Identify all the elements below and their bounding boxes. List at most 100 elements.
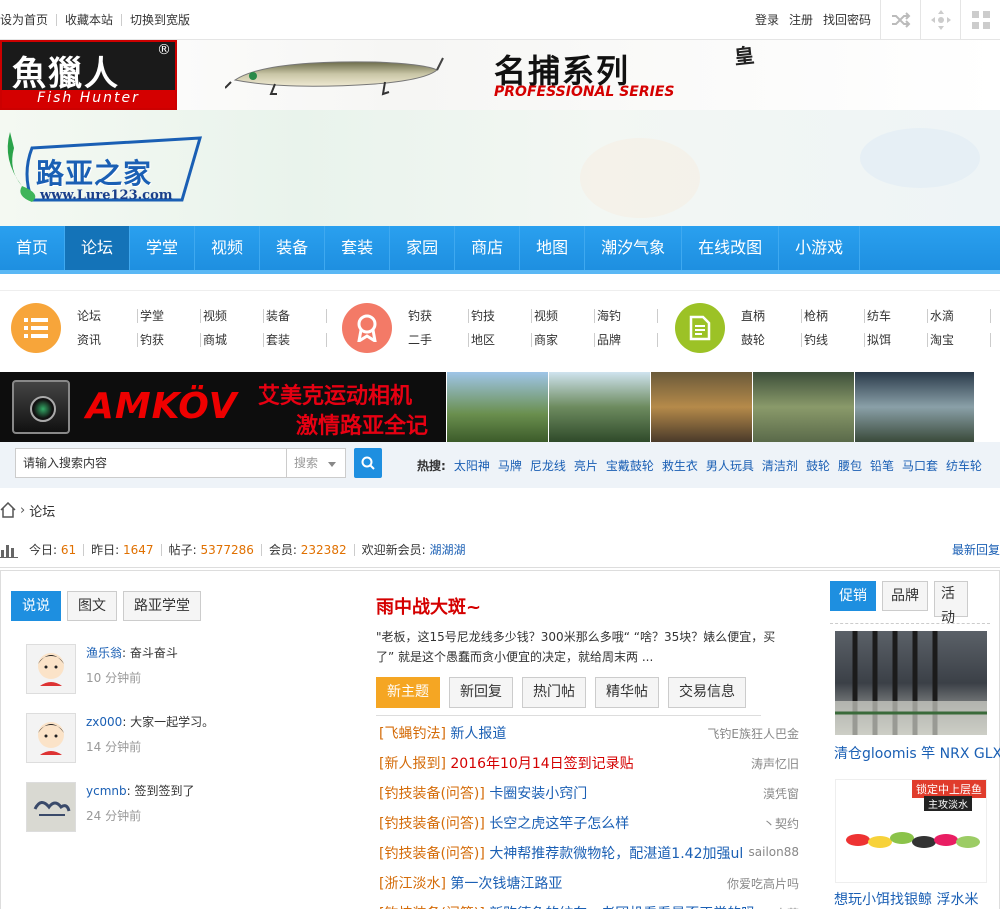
thread-row[interactable]: [钓技装备(问答)] 新购德鱼的纺车，老团机看看是否正常的吗泰菜 [379, 903, 799, 909]
grid-icon[interactable] [960, 0, 1000, 40]
promo-caption[interactable]: 想玩小饵找银鲸 浮水米 [834, 889, 978, 909]
category-link[interactable]: 学堂 [138, 309, 201, 323]
ad-photo-3[interactable] [650, 372, 752, 442]
featured-title[interactable]: 雨中战大斑~ [376, 593, 481, 619]
ad-strip[interactable]: AMKÖV 艾美克运动相机 激情路亚全记录 [0, 372, 1000, 471]
thread-row[interactable]: [飞蝇钓法] 新人报道 飞钓E族狂人巴金 [379, 723, 799, 743]
nav-item-7[interactable]: 商店 [455, 226, 521, 270]
thread-author[interactable]: 丶契约 [763, 815, 799, 832]
hot-keyword[interactable]: 马牌 [498, 457, 522, 474]
avatar[interactable] [26, 644, 76, 694]
category-link[interactable]: 直柄 [739, 309, 802, 323]
ad-photo-2[interactable] [548, 372, 650, 442]
shout-user[interactable]: 渔乐翁 [86, 646, 122, 660]
move-icon[interactable] [920, 0, 960, 40]
category-link[interactable]: 商城 [201, 333, 264, 347]
category-link[interactable]: 资讯 [75, 333, 138, 347]
shout-user[interactable]: zx000 [86, 715, 122, 729]
hot-keyword[interactable]: 尼龙线 [530, 457, 566, 474]
hot-keyword[interactable]: 纺车轮 [946, 457, 982, 474]
login-link[interactable]: 登录 [750, 11, 784, 28]
promo-caption[interactable]: 清仓gloomis 竿 NRX GLX [834, 743, 1000, 763]
nav-item-5[interactable]: 套装 [325, 226, 391, 270]
thread-row[interactable]: [浙江淡水] 第一次钱塘江路亚 你爱吃高片吗 [379, 873, 799, 893]
thread-category[interactable]: [钓技装备(问答)] [379, 786, 485, 802]
avatar[interactable] [26, 713, 76, 763]
search-button[interactable] [354, 448, 382, 478]
tab-new-replies[interactable]: 新回复 [449, 677, 513, 708]
ad-photo-4[interactable] [752, 372, 854, 442]
tab-trade-info[interactable]: 交易信息 [668, 677, 746, 708]
thread-row[interactable]: [新人报到] 2016年10月14日签到记录贴 涛声忆旧 [379, 753, 799, 773]
fish-hunter-banner[interactable]: 魚獵人 ® Fish Hunter 名捕系列 PROFESSIONAL SERI… [0, 40, 1000, 110]
hot-keyword[interactable]: 鼓轮 [806, 457, 830, 474]
nav-item-10[interactable]: 在线改图 [682, 226, 780, 270]
thread-row[interactable]: [钓技装备(问答)] 卡圈安装小窍门 漠凭窗 [379, 783, 799, 803]
thread-title[interactable]: 卡圈安装小窍门 [489, 786, 587, 802]
ad-photo-1[interactable] [446, 372, 548, 442]
home-icon[interactable] [0, 502, 16, 518]
amkov-ad[interactable]: AMKÖV 艾美克运动相机 激情路亚全记录 [0, 372, 446, 471]
shout-user[interactable]: ycmnb [86, 784, 127, 798]
category-link[interactable]: 地区 [469, 333, 532, 347]
bookmark-link[interactable]: 收藏本站 [56, 13, 121, 26]
hot-keyword[interactable]: 男人玩具 [706, 457, 754, 474]
category-link[interactable]: 钓获 [138, 333, 201, 347]
category-link[interactable]: 钓技 [469, 309, 532, 323]
category-link[interactable]: 视频 [201, 309, 264, 323]
search-input[interactable]: 请输入搜索内容 [15, 448, 287, 478]
hot-keyword[interactable]: 清洁剂 [762, 457, 798, 474]
tab-new-topics[interactable]: 新主题 [376, 677, 440, 708]
category-link[interactable]: 商家 [532, 333, 595, 347]
tab-luya-school[interactable]: 路亚学堂 [123, 591, 201, 621]
thread-author[interactable]: 你爱吃高片吗 [727, 875, 799, 892]
tab-digest[interactable]: 精华帖 [595, 677, 659, 708]
set-homepage-link[interactable]: 设为首页 [0, 14, 56, 26]
hot-keyword[interactable]: 救生衣 [662, 457, 698, 474]
thread-category[interactable]: [钓技装备(问答)] [379, 846, 485, 862]
thread-category[interactable]: [新人报到] [379, 756, 446, 772]
thread-title[interactable]: 2016年10月14日签到记录贴 [450, 756, 633, 772]
thread-title[interactable]: 长空之虎这竿子怎么样 [489, 816, 629, 832]
category-link[interactable]: 装备 [264, 309, 327, 323]
hot-keyword[interactable]: 铅笔 [870, 457, 894, 474]
nav-item-4[interactable]: 装备 [260, 226, 326, 270]
thread-author[interactable]: 涛声忆旧 [751, 755, 799, 772]
nav-item-0[interactable]: 首页 [0, 226, 66, 270]
hot-keyword[interactable]: 亮片 [574, 457, 598, 474]
category-link[interactable]: 纺车 [865, 309, 928, 323]
breadcrumb-current[interactable]: 论坛 [29, 501, 55, 520]
category-link[interactable]: 枪柄 [802, 309, 865, 323]
tab-hot-threads[interactable]: 热门帖 [522, 677, 586, 708]
tab-shuoshuo[interactable]: 说说 [11, 591, 61, 621]
search-type-select[interactable]: 搜索 [287, 448, 346, 478]
switch-wide-link[interactable]: 切换到宽版 [121, 13, 198, 26]
ad-photo-5[interactable] [854, 372, 974, 442]
thread-author[interactable]: 飞钓E族狂人巴金 [707, 725, 799, 742]
category-link[interactable]: 二手 [406, 333, 469, 347]
nav-item-1[interactable]: 论坛 [65, 226, 131, 270]
hot-keyword[interactable]: 太阳神 [454, 457, 490, 474]
tab-tuwen[interactable]: 图文 [67, 591, 117, 621]
tab-promotion[interactable]: 促销 [830, 581, 876, 611]
nav-item-11[interactable]: 小游戏 [779, 226, 861, 270]
category-link[interactable]: 钓线 [802, 333, 865, 347]
thread-category[interactable]: [飞蝇钓法] [379, 726, 446, 742]
category-link[interactable]: 拟饵 [865, 333, 928, 347]
thread-row[interactable]: [钓技装备(问答)] 长空之虎这竿子怎么样 丶契约 [379, 813, 799, 833]
thread-category[interactable]: [钓技装备(问答)] [379, 816, 485, 832]
promo-image-lures[interactable]: 锁定中上层鱼 主攻淡水 [835, 779, 987, 883]
site-logo[interactable]: 路亚之家 www.Lure123.com [2, 130, 202, 210]
nav-item-2[interactable]: 学堂 [130, 226, 196, 270]
tab-activity[interactable]: 活动 [934, 581, 968, 626]
promo-image-rods[interactable] [835, 631, 987, 735]
thread-author[interactable]: 漠凭窗 [763, 785, 799, 802]
category-link[interactable]: 淘宝 [928, 333, 991, 347]
category-link[interactable]: 品牌 [595, 333, 658, 347]
category-link[interactable]: 鼓轮 [739, 333, 802, 347]
nav-item-3[interactable]: 视频 [195, 226, 261, 270]
thread-author[interactable]: sailon88 [749, 845, 800, 859]
thread-category[interactable]: [浙江淡水] [379, 876, 446, 892]
tab-brand[interactable]: 品牌 [882, 581, 928, 611]
category-link[interactable]: 海钓 [595, 309, 658, 323]
